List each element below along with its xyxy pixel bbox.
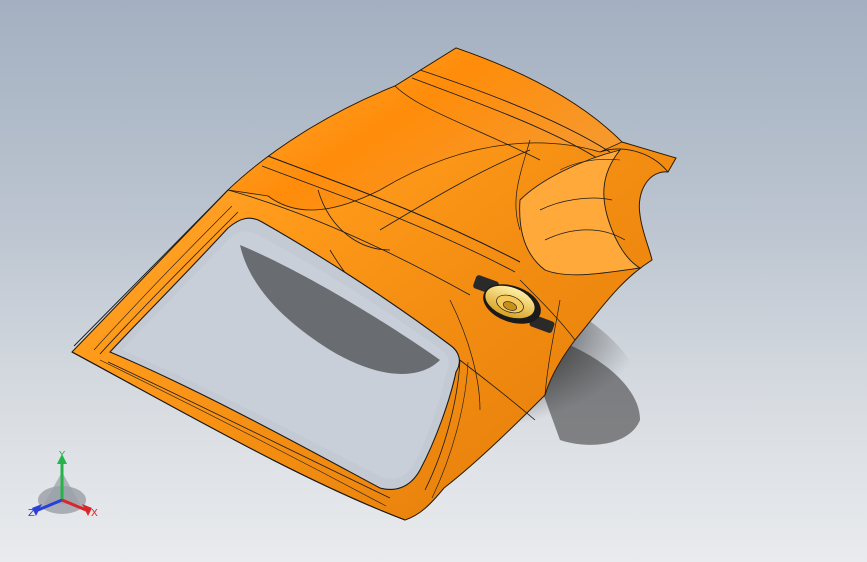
graphics-viewport[interactable]: Y X Z: [0, 0, 867, 562]
orientation-triad[interactable]: Y X Z: [22, 448, 106, 524]
z-axis-label: Z: [28, 508, 35, 519]
x-axis-label: X: [91, 508, 98, 519]
y-axis-label: Y: [58, 450, 66, 461]
model-scene[interactable]: [0, 0, 867, 562]
tailgate-panel[interactable]: [71, 47, 677, 521]
